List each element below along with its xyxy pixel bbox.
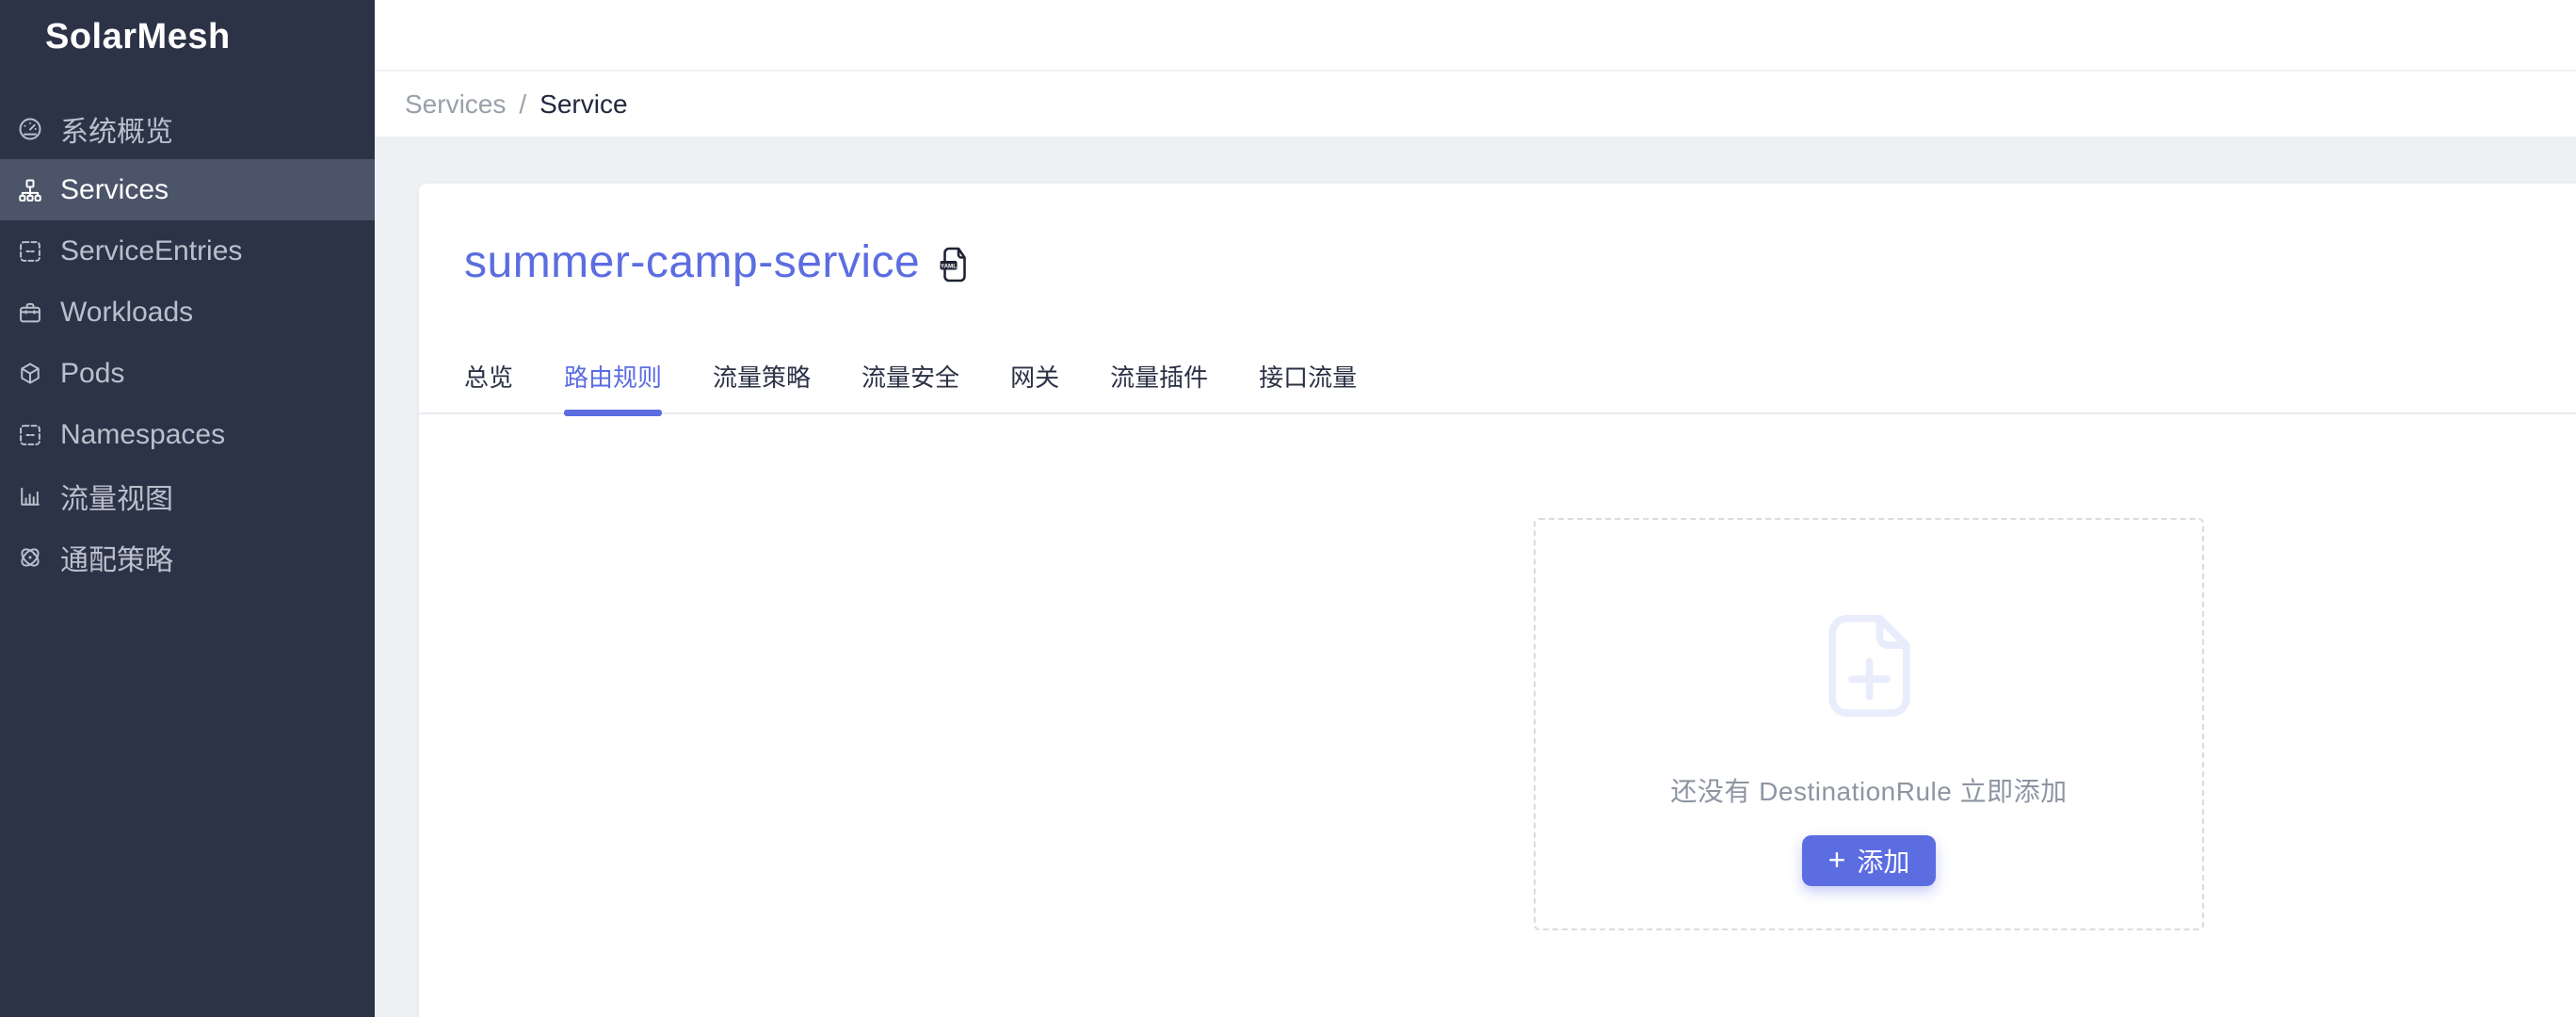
sidebar-item-traffic-view[interactable]: 流量视图 xyxy=(0,465,375,526)
sidebar-item-label: Pods xyxy=(60,357,125,389)
service-title: summer-camp-service xyxy=(464,237,921,287)
breadcrumb-bar: Services / Service xyxy=(375,72,2576,137)
tab-interface-traffic[interactable]: 接口流量 xyxy=(1259,359,1357,412)
sidebar-item-workloads[interactable]: Workloads xyxy=(0,282,375,343)
sidebar-menu: 系统概览 Services ServiceEntries Workloads P… xyxy=(0,98,375,588)
destinationrule-empty-state: 还没有 DestinationRule 立即添加 + 添加 xyxy=(1534,518,2204,930)
sidebar-item-label: 系统概览 xyxy=(60,116,173,148)
sidebar-item-label: 通配策略 xyxy=(60,544,173,576)
add-button-label: 添加 xyxy=(1857,848,1910,877)
yaml-badge-text: YAML xyxy=(941,263,957,269)
cube-icon xyxy=(17,361,43,387)
tab-traffic-security[interactable]: 流量安全 xyxy=(861,359,959,412)
sidebar: SolarMesh 系统概览 Services ServiceEntries W… xyxy=(0,0,375,1017)
breadcrumb-current: Service xyxy=(539,89,628,119)
sidebar-item-label: Workloads xyxy=(60,296,194,328)
yaml-file-icon[interactable]: YAML xyxy=(939,246,971,283)
sidebar-item-serviceentries[interactable]: ServiceEntries xyxy=(0,220,375,282)
add-destinationrule-button[interactable]: + 添加 xyxy=(1801,835,1937,886)
service-title-row: summer-camp-service YAML xyxy=(464,236,2576,289)
tab-traffic-policy[interactable]: 流量策略 xyxy=(713,359,811,412)
breadcrumb-separator: / xyxy=(519,89,527,119)
service-detail-card: summer-camp-service YAML 总览 路由规则 流量策略 流量… xyxy=(419,184,2576,1017)
sidebar-item-label: Namespaces xyxy=(60,418,226,450)
sidebar-item-services[interactable]: Services xyxy=(0,159,375,220)
tab-routing-rules[interactable]: 路由规则 xyxy=(564,359,663,416)
scan-frame-icon xyxy=(17,422,43,448)
content-area: summer-camp-service YAML 总览 路由规则 流量策略 流量… xyxy=(375,137,2576,1017)
sidebar-item-label: Services xyxy=(60,173,169,205)
sidebar-item-label: ServiceEntries xyxy=(60,234,243,266)
scan-frame-icon xyxy=(17,238,43,265)
plus-icon: + xyxy=(1827,843,1846,877)
gauge-icon xyxy=(17,116,43,142)
bar-chart-icon xyxy=(17,483,43,509)
empty-state-message: 还没有 DestinationRule 立即添加 xyxy=(1670,777,2068,806)
tab-traffic-plugin[interactable]: 流量插件 xyxy=(1110,359,1208,412)
tab-gateway[interactable]: 网关 xyxy=(1010,359,1059,412)
sidebar-item-namespaces[interactable]: Namespaces xyxy=(0,404,375,465)
main-area: Services / Service summer-camp-service YAM… xyxy=(375,0,2576,1017)
add-file-icon xyxy=(1827,615,1910,717)
app-logo: SolarMesh xyxy=(45,17,231,56)
sidebar-item-pods[interactable]: Pods xyxy=(0,343,375,404)
tab-overview[interactable]: 总览 xyxy=(464,359,513,412)
breadcrumb: Services / Service xyxy=(405,89,628,120)
atom-icon xyxy=(17,544,43,571)
sidebar-item-wildcard-policy[interactable]: 通配策略 xyxy=(0,526,375,588)
breadcrumb-services-link[interactable]: Services xyxy=(405,89,506,119)
sidebar-item-label: 流量视图 xyxy=(60,483,173,515)
hierarchy-icon xyxy=(17,177,43,203)
briefcase-icon xyxy=(17,299,43,326)
top-bar xyxy=(375,0,2576,72)
service-tabs: 总览 路由规则 流量策略 流量安全 网关 流量插件 接口流量 xyxy=(419,359,2576,416)
sidebar-item-system-overview[interactable]: 系统概览 xyxy=(0,98,375,159)
